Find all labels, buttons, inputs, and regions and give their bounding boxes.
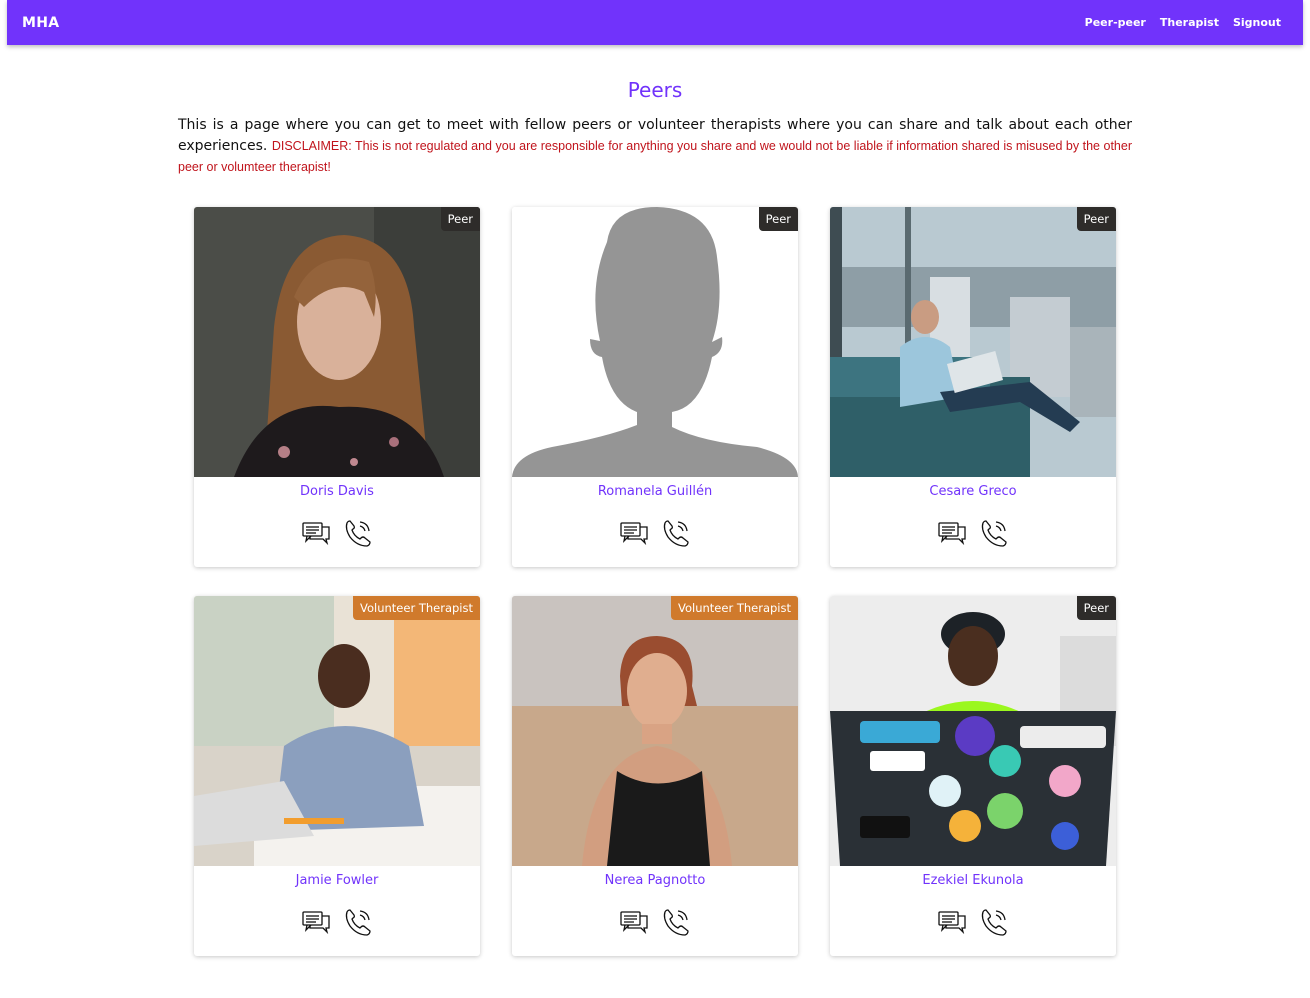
chat-bubbles-icon[interactable] (301, 906, 331, 938)
page-title: Peers (627, 78, 683, 102)
brand-logo[interactable]: MHA (22, 15, 59, 31)
role-badge: Peer (440, 207, 480, 231)
card-actions (830, 906, 1116, 938)
phone-call-icon[interactable] (343, 906, 373, 938)
profile-photo (512, 207, 798, 477)
phone-call-icon[interactable] (343, 517, 373, 549)
chat-bubbles-icon[interactable] (619, 517, 649, 549)
person-card[interactable]: Volunteer Therapist Jamie Fowler (194, 596, 480, 956)
profile-photo (830, 596, 1116, 866)
profile-photo (194, 207, 480, 477)
person-card[interactable]: Peer Romanela Guillén (512, 207, 798, 567)
role-badge: Peer (1076, 207, 1116, 231)
chat-bubbles-icon[interactable] (937, 906, 967, 938)
person-name[interactable]: Ezekiel Ekunola (830, 873, 1116, 888)
person-name[interactable]: Doris Davis (194, 484, 480, 499)
person-card[interactable]: Peer Cesare Greco (830, 207, 1116, 567)
person-card[interactable]: Volunteer Therapist Nerea Pagnotto (512, 596, 798, 956)
card-actions (194, 517, 480, 549)
nav-links: Peer-peer Therapist Signout (1085, 16, 1281, 29)
phone-call-icon[interactable] (661, 517, 691, 549)
role-badge: Volunteer Therapist (671, 596, 798, 620)
nav-link-peer-peer[interactable]: Peer-peer (1085, 16, 1146, 29)
card-actions (830, 517, 1116, 549)
chat-bubbles-icon[interactable] (301, 517, 331, 549)
person-card[interactable]: Peer Doris Davis (194, 207, 480, 567)
profile-photo (194, 596, 480, 866)
chat-bubbles-icon[interactable] (937, 517, 967, 549)
role-badge: Peer (1076, 596, 1116, 620)
nav-link-therapist[interactable]: Therapist (1160, 16, 1219, 29)
card-actions (512, 906, 798, 938)
person-name[interactable]: Romanela Guillén (512, 484, 798, 499)
profile-photo (512, 596, 798, 866)
phone-call-icon[interactable] (661, 906, 691, 938)
chat-bubbles-icon[interactable] (619, 906, 649, 938)
disclaimer-text: DISCLAIMER: This is not regulated and yo… (178, 139, 1132, 174)
intro-text: This is a page where you can get to meet… (178, 115, 1132, 178)
card-actions (194, 906, 480, 938)
profile-photo (830, 207, 1116, 477)
person-name[interactable]: Jamie Fowler (194, 873, 480, 888)
top-navbar: MHA Peer-peer Therapist Signout (7, 0, 1303, 45)
nav-link-signout[interactable]: Signout (1233, 16, 1281, 29)
phone-call-icon[interactable] (979, 906, 1009, 938)
person-name[interactable]: Nerea Pagnotto (512, 873, 798, 888)
card-actions (512, 517, 798, 549)
person-name[interactable]: Cesare Greco (830, 484, 1116, 499)
phone-call-icon[interactable] (979, 517, 1009, 549)
role-badge: Peer (758, 207, 798, 231)
role-badge: Volunteer Therapist (353, 596, 480, 620)
person-card[interactable]: Peer Ezekiel Ekunola (830, 596, 1116, 956)
